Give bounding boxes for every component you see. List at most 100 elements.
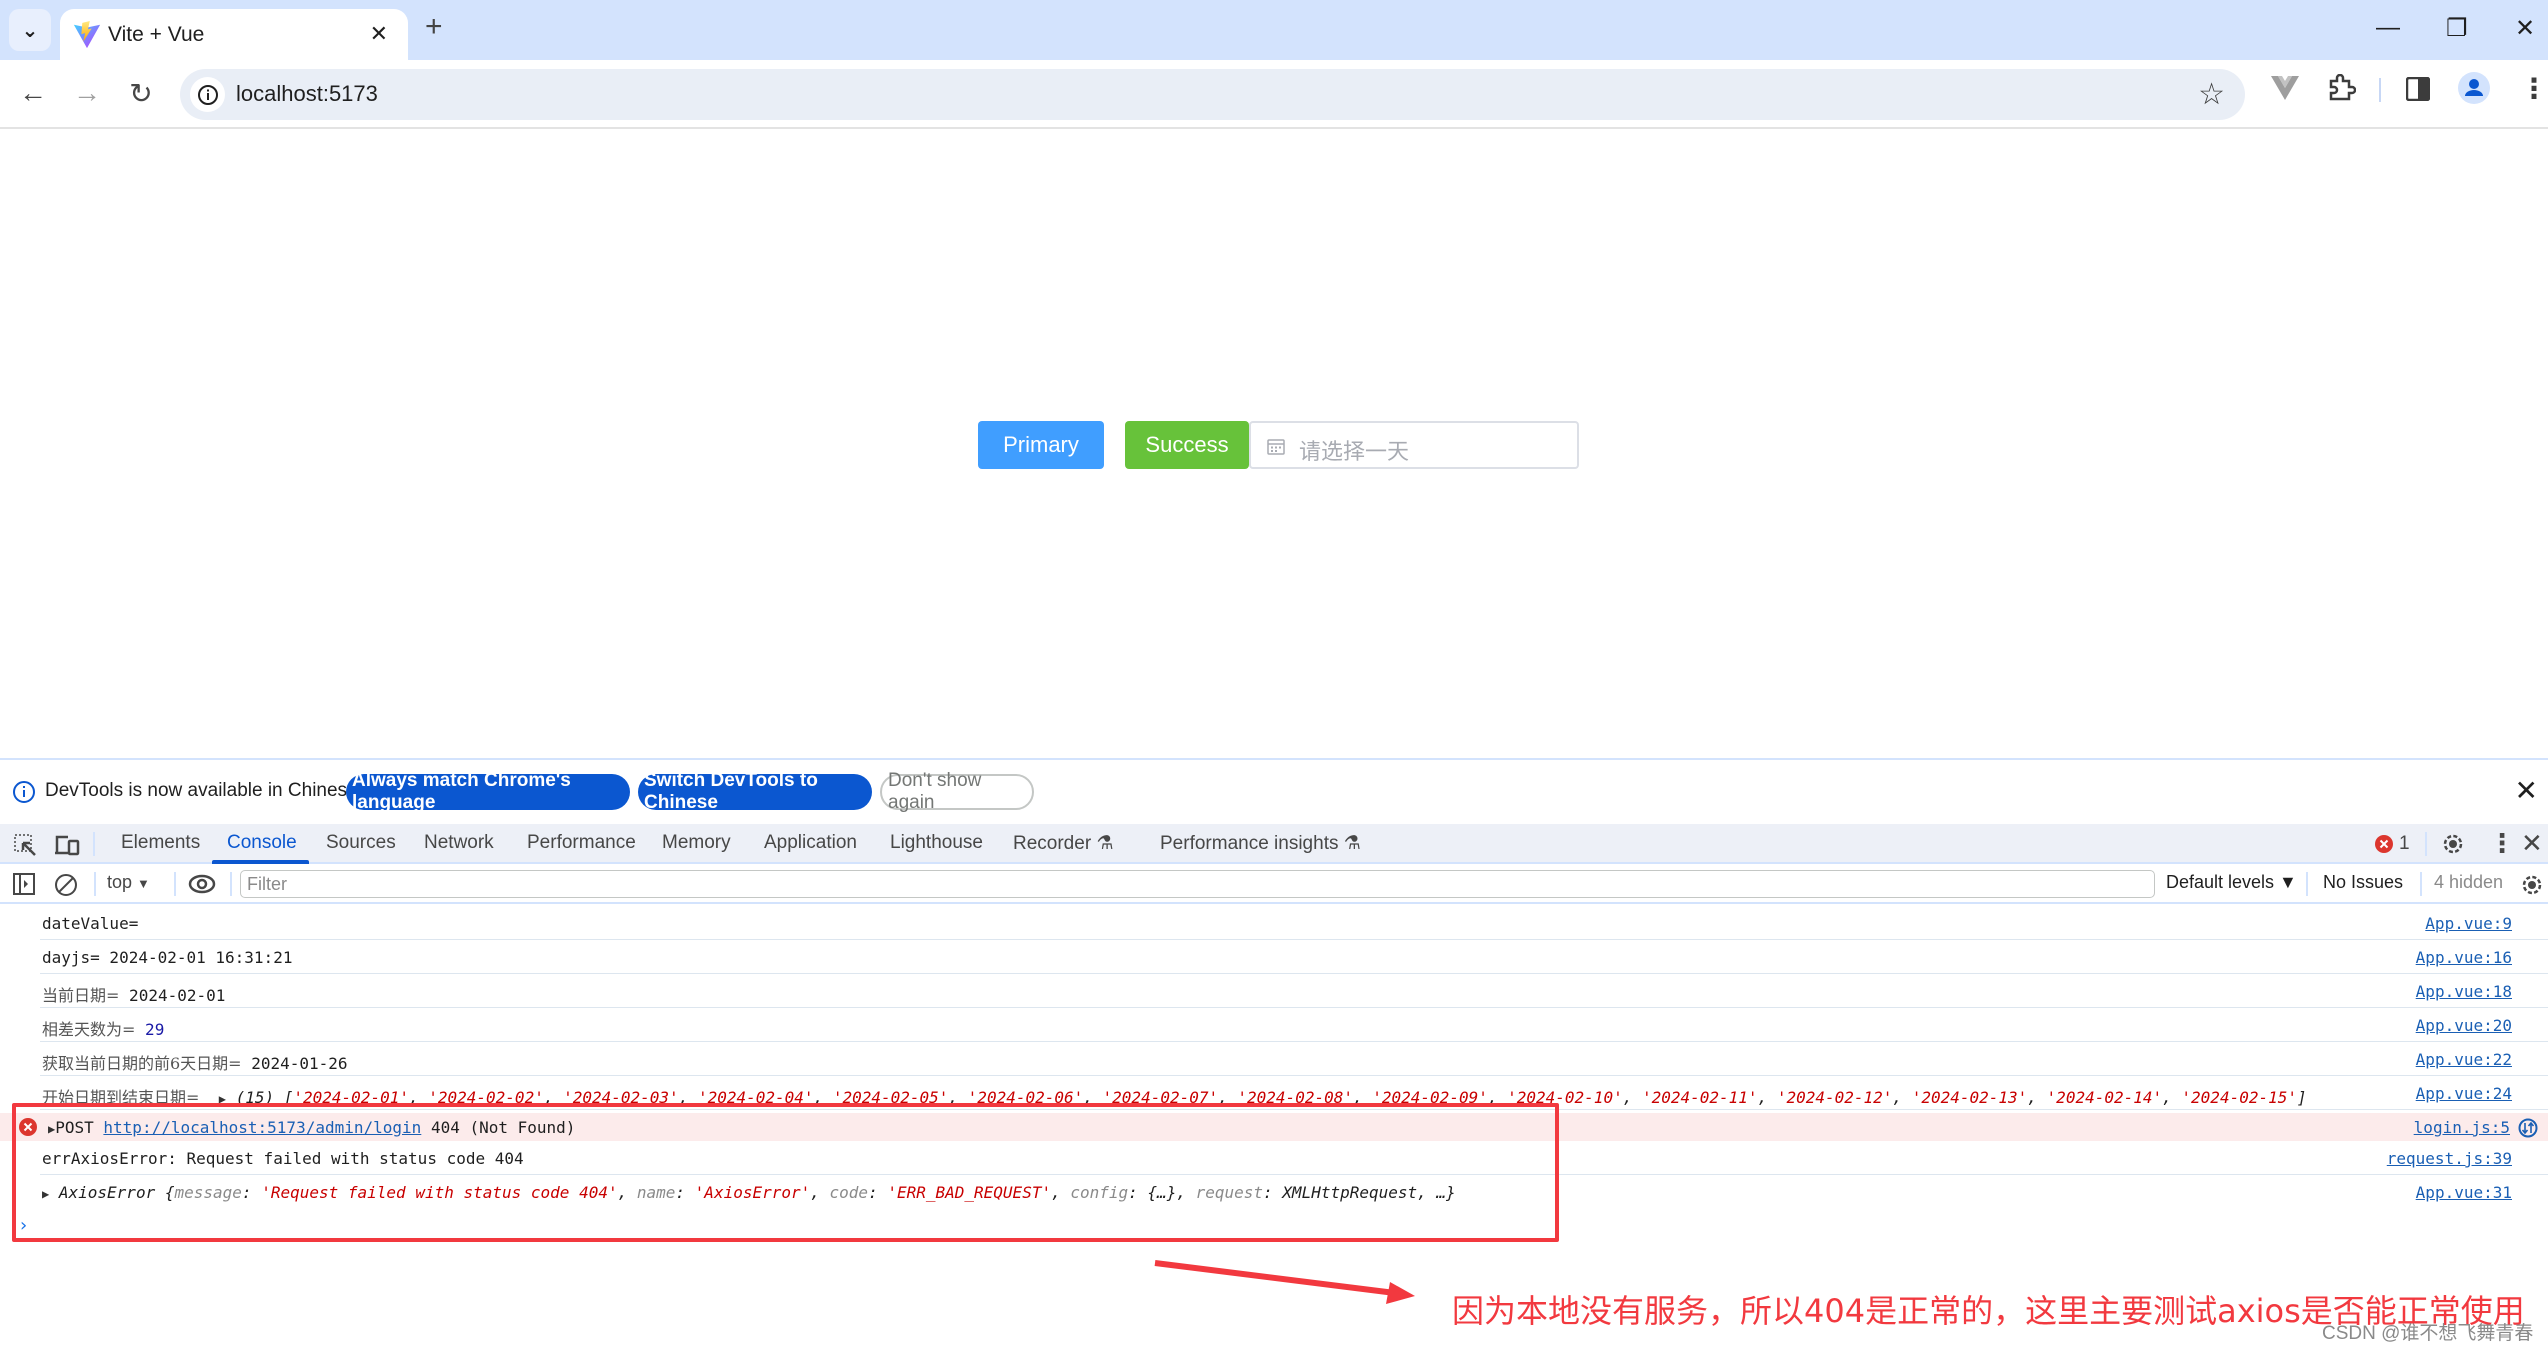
array-item: '2024-02-11' bbox=[1641, 1088, 1758, 1107]
message-label: 获取当前日期的前6天日期= bbox=[42, 1054, 242, 1073]
url-text[interactable]: localhost:5173 bbox=[236, 81, 378, 107]
issues-button[interactable]: No Issues bbox=[2323, 872, 2403, 893]
console-settings-gear-icon[interactable] bbox=[2520, 873, 2544, 897]
console-toolbar: top ▼ Filter Default levels ▼ No Issues … bbox=[0, 864, 2548, 904]
success-button[interactable]: Success bbox=[1125, 421, 1249, 469]
minimize-icon[interactable]: — bbox=[2376, 14, 2400, 42]
error-counter[interactable]: 1 bbox=[2375, 833, 2410, 855]
console-message[interactable]: dateValue= App.vue:9 bbox=[0, 906, 2548, 940]
source-link[interactable]: App.vue:31 bbox=[2416, 1183, 2512, 1202]
browser-title-bar: ⌄ Vite + Vue ✕ + — ❐ ✕ bbox=[0, 0, 2548, 60]
toolbar-separator bbox=[2420, 872, 2422, 896]
source-link[interactable]: login.js:5 bbox=[2414, 1118, 2510, 1137]
tab-application[interactable]: Application bbox=[764, 832, 857, 854]
reload-icon: ↻ bbox=[129, 77, 153, 109]
array-item: '2024-02-15' bbox=[2181, 1088, 2297, 1107]
tab-recorder[interactable]: Recorder ⚗ bbox=[1013, 832, 1113, 855]
primary-button[interactable]: Primary bbox=[978, 421, 1104, 469]
source-link[interactable]: App.vue:18 bbox=[2416, 982, 2512, 1001]
profile-icon bbox=[2465, 79, 2483, 96]
message-text: dateValue= bbox=[42, 914, 138, 933]
tab-separator bbox=[93, 832, 95, 856]
console-message[interactable]: dayjs= 2024-02-01 16:31:21 App.vue:16 bbox=[0, 940, 2548, 974]
tab-performance[interactable]: Performance bbox=[527, 832, 636, 854]
tab-memory[interactable]: Memory bbox=[662, 832, 731, 854]
dropdown-arrow-icon: ▼ bbox=[137, 876, 150, 891]
console-message[interactable]: 获取当前日期的前6天日期= 2024-01-26 App.vue:22 bbox=[0, 1042, 2548, 1076]
tab-performance-insights[interactable]: Performance insights ⚗ bbox=[1160, 832, 1361, 855]
browser-tab-active[interactable]: Vite + Vue ✕ bbox=[60, 9, 408, 60]
devtools-language-infobar: DevTools is now available in Chinese! Al… bbox=[0, 760, 2548, 824]
toolbar-separator bbox=[2306, 872, 2308, 896]
flask-icon: ⚗ bbox=[1096, 833, 1114, 854]
console-message[interactable]: 相差天数为= 29 App.vue:20 bbox=[0, 1008, 2548, 1042]
bookmark-star-icon[interactable]: ☆ bbox=[2198, 77, 2225, 112]
message-text: dayjs= 2024-02-01 16:31:21 bbox=[42, 948, 292, 967]
tab-network[interactable]: Network bbox=[424, 832, 494, 854]
clear-console-icon[interactable] bbox=[54, 873, 78, 897]
array-item: '2024-02-12' bbox=[1776, 1088, 1893, 1107]
source-link[interactable]: App.vue:16 bbox=[2416, 948, 2512, 967]
highlight-box bbox=[12, 1103, 1559, 1242]
source-link[interactable]: App.vue:22 bbox=[2416, 1050, 2512, 1069]
context-selector[interactable]: top ▼ bbox=[107, 872, 150, 893]
toolbar-separator bbox=[94, 872, 96, 896]
tab-lighthouse[interactable]: Lighthouse bbox=[890, 832, 983, 854]
dont-show-again-button[interactable]: Don't show again bbox=[880, 770, 1034, 813]
device-toolbar-icon[interactable] bbox=[54, 833, 80, 857]
maximize-icon[interactable]: ❐ bbox=[2446, 14, 2468, 43]
devtools-panel: DevTools is now available in Chinese! Al… bbox=[0, 758, 2548, 1351]
kebab-menu-icon[interactable]: ⋮ bbox=[2520, 72, 2548, 105]
close-window-icon[interactable]: ✕ bbox=[2515, 14, 2535, 43]
infobar-message: DevTools is now available in Chinese! bbox=[45, 780, 363, 801]
toolbar-separator bbox=[174, 872, 176, 896]
source-link[interactable]: request.js:39 bbox=[2387, 1149, 2512, 1168]
info-icon bbox=[197, 84, 218, 105]
console-message[interactable]: 当前日期= 2024-02-01 App.vue:18 bbox=[0, 974, 2548, 1008]
reload-button[interactable]: ↻ bbox=[120, 72, 162, 114]
watermark: CSDN @谁不想飞舞青春 bbox=[2322, 1323, 2534, 1344]
comma: , bbox=[2027, 1088, 2047, 1107]
new-tab-button[interactable]: + bbox=[425, 10, 443, 44]
always-match-language-button[interactable]: Always match Chrome's language bbox=[346, 770, 630, 813]
back-button[interactable]: ← bbox=[12, 72, 54, 114]
devtools-tab-bar: Elements Console Sources Network Perform… bbox=[0, 824, 2548, 864]
profile-button[interactable] bbox=[2458, 72, 2490, 104]
close-devtools-icon[interactable]: ✕ bbox=[2521, 828, 2543, 859]
puzzle-icon[interactable] bbox=[2326, 74, 2356, 104]
error-icon bbox=[2375, 835, 2393, 853]
network-request-icon[interactable] bbox=[2518, 1118, 2538, 1138]
vue-logo-icon[interactable] bbox=[2270, 75, 2300, 101]
tab-elements[interactable]: Elements bbox=[121, 832, 200, 854]
close-infobar-icon[interactable]: ✕ bbox=[2515, 774, 2538, 807]
forward-button[interactable]: → bbox=[66, 72, 108, 114]
log-levels-dropdown[interactable]: Default levels ▼ bbox=[2166, 872, 2297, 893]
tab-sources[interactable]: Sources bbox=[326, 832, 396, 854]
arrow-right-icon: → bbox=[73, 77, 101, 108]
close-tab-icon[interactable]: ✕ bbox=[370, 21, 388, 47]
switch-to-chinese-button[interactable]: Switch DevTools to Chinese bbox=[638, 770, 872, 813]
tab-performance-insights-label: Performance insights bbox=[1160, 833, 1339, 854]
message-value: 29 bbox=[135, 1020, 165, 1039]
site-info-button[interactable] bbox=[190, 77, 225, 112]
side-panel-icon[interactable] bbox=[2406, 77, 2430, 101]
live-expression-eye-icon[interactable] bbox=[188, 874, 216, 894]
info-icon bbox=[13, 781, 35, 803]
source-link[interactable]: App.vue:24 bbox=[2416, 1084, 2512, 1103]
tab-console[interactable]: Console bbox=[227, 832, 297, 854]
source-link[interactable]: App.vue:9 bbox=[2425, 914, 2512, 933]
settings-gear-icon[interactable] bbox=[2441, 832, 2465, 856]
devtools-menu-icon[interactable]: ⋮ bbox=[2489, 828, 2515, 859]
context-value: top bbox=[107, 872, 133, 892]
tab-search-button[interactable]: ⌄ bbox=[9, 9, 51, 51]
console-filter-input[interactable]: Filter bbox=[240, 870, 2155, 898]
sidebar-toggle-icon[interactable] bbox=[13, 873, 35, 895]
date-picker-input[interactable]: 请选择一天 bbox=[1249, 421, 1579, 469]
inspect-element-icon[interactable] bbox=[13, 833, 37, 857]
calendar-icon bbox=[1267, 439, 1285, 455]
address-bar[interactable]: localhost:5173 ☆ bbox=[180, 69, 2245, 120]
toolbar-separator bbox=[230, 872, 232, 896]
message-label: dateValue= bbox=[42, 914, 139, 933]
flask-icon: ⚗ bbox=[1343, 833, 1361, 854]
source-link[interactable]: App.vue:20 bbox=[2416, 1016, 2512, 1035]
